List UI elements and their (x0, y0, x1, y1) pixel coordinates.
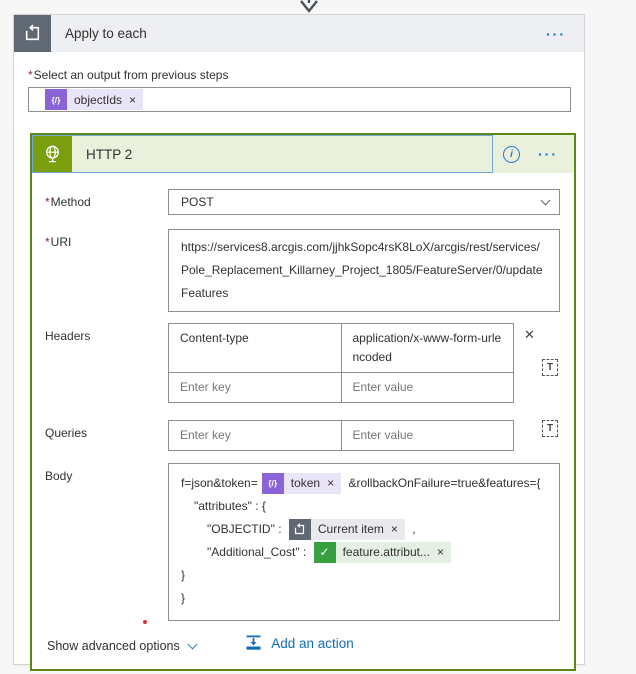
add-action-label: Add an action (271, 635, 354, 651)
remove-token-icon[interactable]: × (327, 472, 334, 495)
token-feature-attributes[interactable]: ✓ feature.attribut... × (313, 541, 451, 564)
token-current-item[interactable]: Current item × (288, 518, 405, 541)
header-key-input[interactable] (180, 378, 330, 397)
checklist-icon: ✓ (313, 542, 336, 563)
remove-token-icon[interactable]: × (391, 518, 398, 541)
uri-label: *URI (45, 235, 72, 249)
apply-to-each-header[interactable]: Apply to each ··· (14, 15, 584, 52)
header-value-cell[interactable]: application/x-www-form-urlencoded (342, 324, 514, 372)
method-value: POST (181, 195, 214, 209)
apply-to-each-menu-button[interactable]: ··· (542, 26, 570, 42)
http-globe-icon (33, 136, 72, 172)
error-indicator-dot (143, 620, 147, 624)
dynamic-content-icon: {/} (261, 473, 284, 494)
token-token[interactable]: {/} token × (261, 472, 342, 495)
header-row-empty (169, 373, 513, 402)
body-input[interactable]: f=json&token= {/} token × &rollbackOnFai… (168, 463, 560, 621)
query-row-empty (169, 421, 513, 450)
http-header: HTTP 2 i ··· (32, 135, 574, 173)
connector-arrow-icon (297, 0, 321, 14)
method-select[interactable]: POST (168, 189, 560, 215)
header-value-input[interactable] (352, 378, 502, 397)
body-line-5: } (181, 568, 186, 582)
http-title: HTTP 2 (86, 146, 133, 162)
required-marker: * (28, 68, 33, 82)
http-action-card: HTTP 2 i ··· *Method POST *URI https://s… (30, 133, 576, 671)
remove-token-icon[interactable]: × (437, 541, 444, 564)
add-action-icon (244, 634, 263, 652)
http-menu-button[interactable]: ··· (534, 146, 562, 162)
query-value-input[interactable] (352, 426, 502, 445)
apply-to-each-titlebar[interactable]: Apply to each ··· (51, 15, 584, 52)
token-objectids-label: objectIds (74, 92, 123, 107)
chevron-down-icon (540, 195, 551, 205)
body-line-1: f=json&token= {/} token × &rollbackOnFai… (181, 472, 547, 495)
body-line-3: "OBJECTID" : Current item × , (181, 518, 547, 541)
apply-to-each-loop-icon (14, 15, 51, 52)
body-line-6: } (181, 591, 186, 605)
query-key-input[interactable] (180, 426, 330, 445)
info-icon[interactable]: i (503, 145, 520, 163)
uri-input[interactable]: https://services8.arcgis.com/jjhkSopc4rs… (168, 229, 560, 312)
method-label: *Method (45, 195, 91, 209)
apply-to-each-card: Apply to each ··· *Select an output from… (13, 14, 585, 671)
switch-to-text-mode-icon[interactable]: T (542, 420, 558, 437)
http-title-button[interactable]: HTTP 2 (32, 135, 493, 173)
header-row: Content-type application/x-www-form-urle… (169, 324, 513, 373)
headers-table: Content-type application/x-www-form-urle… (168, 323, 514, 403)
add-an-action-button[interactable]: Add an action (14, 634, 584, 652)
dynamic-content-icon: {/} (45, 89, 67, 110)
queries-label: Queries (45, 426, 88, 440)
output-selector-input[interactable]: {/} objectIds × (28, 87, 571, 112)
remove-token-icon[interactable]: × (129, 93, 136, 107)
body-line-2: "attributes" : { (194, 499, 266, 513)
apply-to-each-loop-icon (288, 519, 311, 540)
body-line-4: "Additional_Cost" : ✓ feature.attribut..… (181, 541, 547, 564)
headers-label: Headers (45, 329, 91, 343)
delete-header-row-icon[interactable]: ✕ (521, 326, 538, 343)
output-field-label: *Select an output from previous steps (28, 68, 229, 82)
token-objectids[interactable]: {/} objectIds × (45, 89, 144, 110)
queries-table (168, 420, 514, 451)
switch-to-text-mode-icon[interactable]: T (542, 359, 558, 376)
body-label: Body (45, 469, 73, 483)
apply-to-each-title: Apply to each (65, 26, 147, 41)
header-key-cell[interactable]: Content-type (169, 324, 342, 372)
